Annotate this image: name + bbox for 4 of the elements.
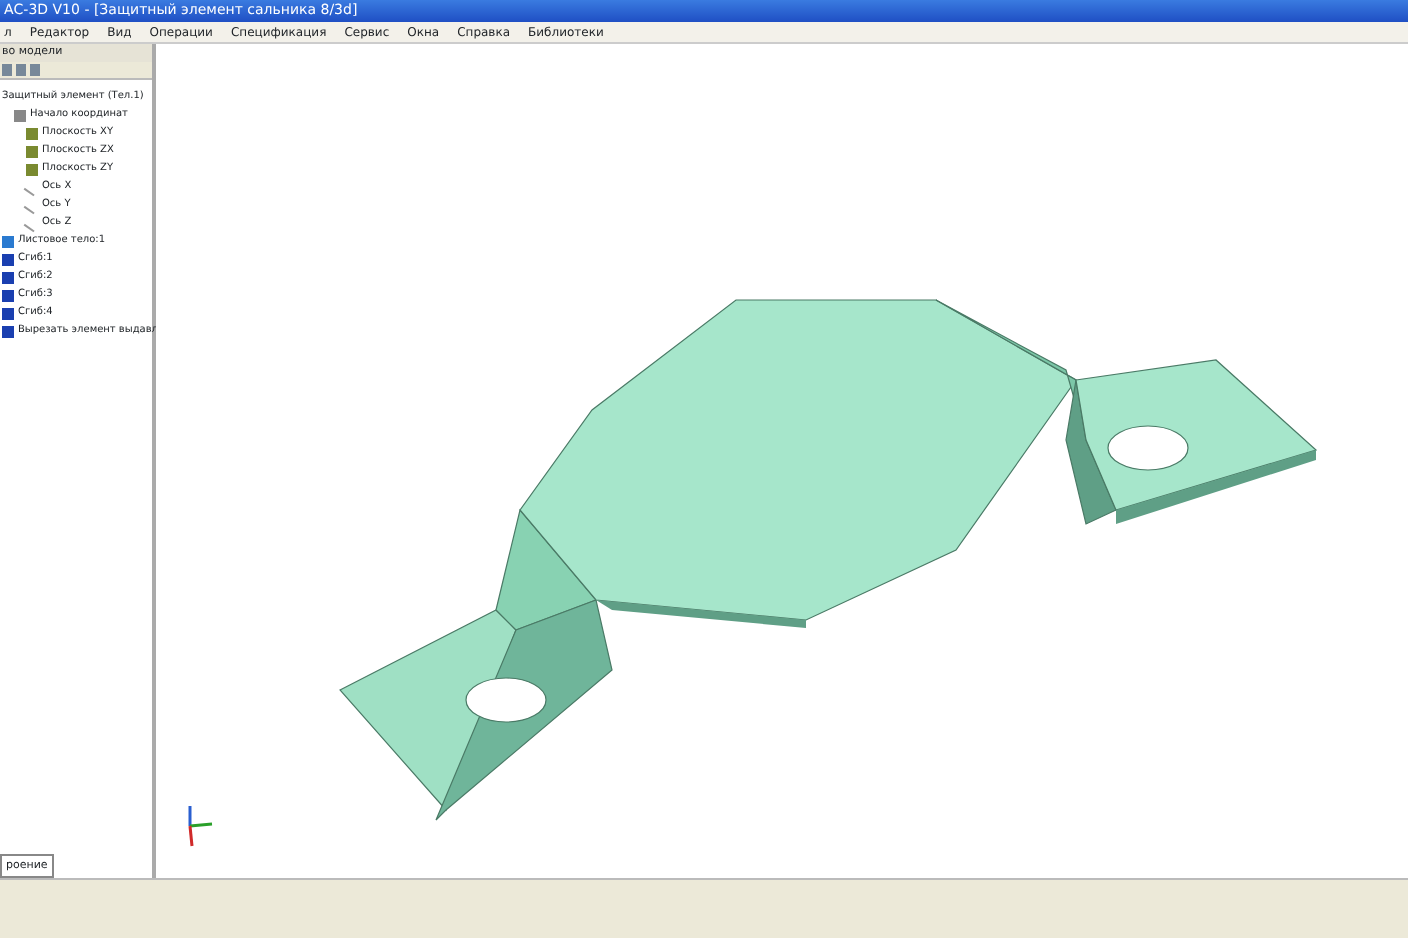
cut-icon	[2, 325, 14, 337]
axis-triad-icon	[188, 806, 213, 847]
sheet-icon	[2, 235, 14, 247]
origin-icon	[14, 109, 26, 121]
